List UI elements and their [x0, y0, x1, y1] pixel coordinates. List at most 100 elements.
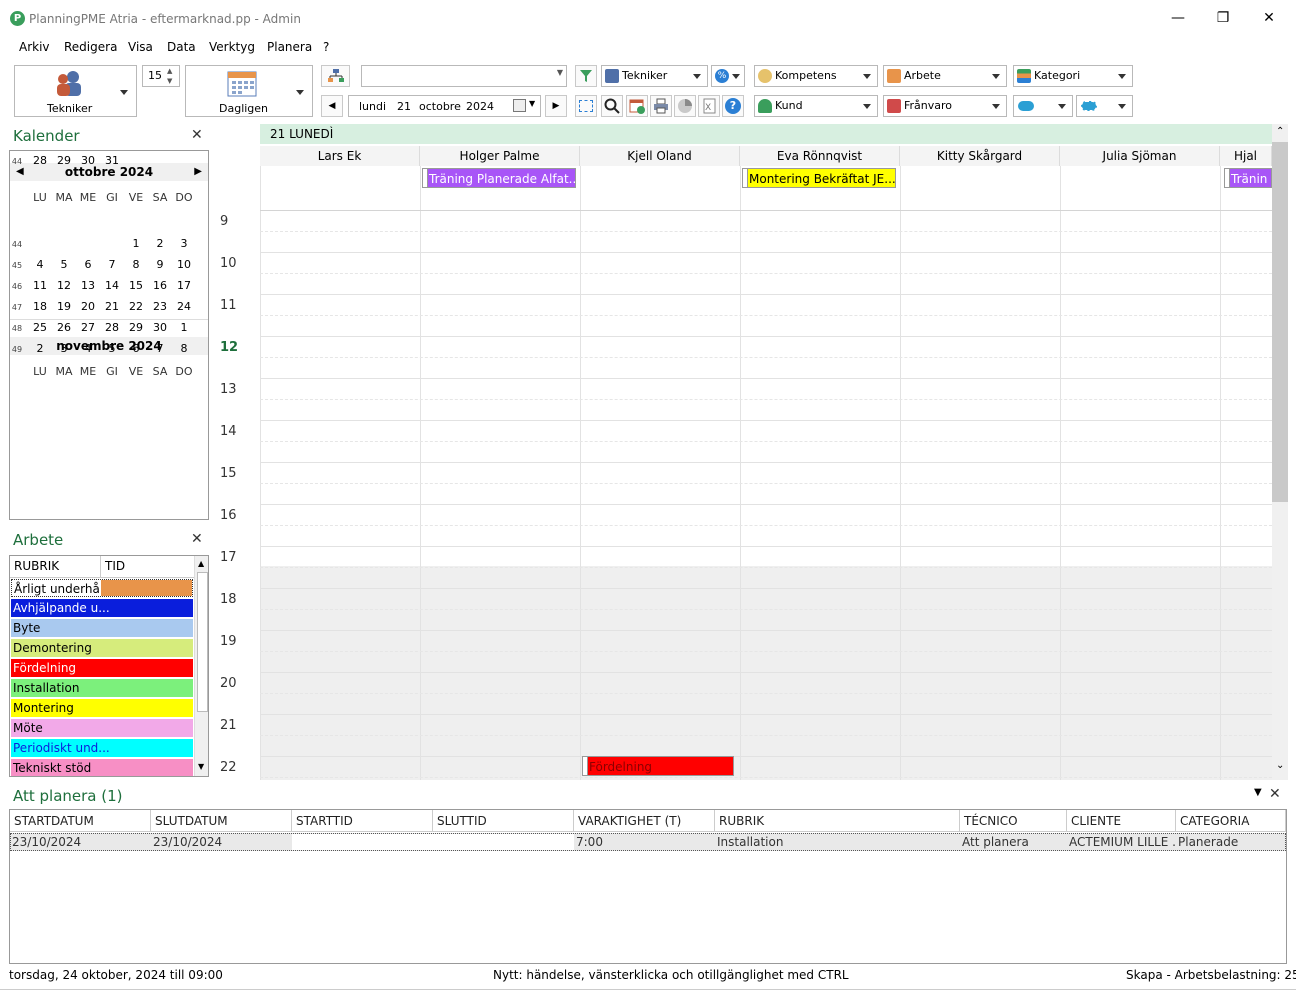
- calendar-day[interactable]: 2: [28, 339, 52, 359]
- arbete-filter-dropdown[interactable]: Arbete: [883, 65, 1007, 87]
- arbete-item[interactable]: Installation: [11, 679, 193, 697]
- search-button[interactable]: [601, 95, 623, 117]
- calendar-day[interactable]: 6: [76, 255, 100, 275]
- kategori-filter-dropdown[interactable]: Kategori: [1013, 65, 1133, 87]
- search-combo[interactable]: ▼: [361, 65, 567, 87]
- resource-header[interactable]: Kitty Skårgard: [900, 146, 1060, 166]
- calendar-day[interactable]: 8: [124, 255, 148, 275]
- arbete-item[interactable]: Tekniskt stöd: [11, 759, 193, 776]
- calendar-day[interactable]: 1: [124, 234, 148, 254]
- calendar-day[interactable]: 13: [76, 276, 100, 296]
- arbete-item[interactable]: Fördelning: [11, 659, 193, 677]
- arbete-item[interactable]: Montering: [11, 699, 193, 717]
- resource-header[interactable]: Julia Sjöman: [1060, 146, 1220, 166]
- table-column-header[interactable]: CLIENTE: [1067, 810, 1176, 832]
- arbete-item[interactable]: Möte: [11, 719, 193, 737]
- close-button[interactable]: ✕: [1257, 9, 1281, 27]
- help-button[interactable]: ?: [722, 95, 744, 117]
- arbete-item[interactable]: Byte: [11, 619, 193, 637]
- calendar-day[interactable]: 26: [52, 318, 76, 338]
- next-date-button[interactable]: ▶: [545, 95, 567, 117]
- spin-stepper[interactable]: 15 ▲ ▼: [142, 65, 180, 87]
- kalender-close-icon[interactable]: ✕: [191, 127, 203, 143]
- schedule-event[interactable]: Montering Bekräftat JE...: [742, 168, 896, 188]
- arbete-scroll-thumb[interactable]: [197, 572, 208, 712]
- schedule-scroll-thumb[interactable]: [1272, 142, 1288, 502]
- calendar-day[interactable]: 19: [52, 297, 76, 317]
- toggle-filter-dropdown-2[interactable]: [1076, 95, 1133, 117]
- table-column-header[interactable]: TÉCNICO: [960, 810, 1067, 832]
- table-column-header[interactable]: STARTTID: [292, 810, 433, 832]
- menu-redigera[interactable]: Redigera: [64, 40, 117, 54]
- calendar-day[interactable]: 29: [52, 151, 76, 171]
- resource-type-button[interactable]: Tekniker: [14, 65, 137, 117]
- calendar-day[interactable]: 30: [76, 151, 100, 171]
- calendar-day[interactable]: 29: [124, 318, 148, 338]
- kompetens-filter-dropdown[interactable]: Kompetens: [754, 65, 878, 87]
- calendar-day[interactable]: 22: [124, 297, 148, 317]
- print-button[interactable]: [650, 95, 672, 117]
- previous-date-button[interactable]: ◀: [321, 95, 343, 117]
- resource-header[interactable]: Kjell Oland: [580, 146, 740, 166]
- add-task-button[interactable]: [626, 95, 648, 117]
- table-column-header[interactable]: CATEGORIA: [1176, 810, 1286, 832]
- franvaro-filter-dropdown[interactable]: Frånvaro: [883, 95, 1007, 117]
- table-column-header[interactable]: SLUTTID: [433, 810, 574, 832]
- calendar-day[interactable]: 4: [28, 255, 52, 275]
- calendar-day[interactable]: 2: [148, 234, 172, 254]
- calendar-day[interactable]: 15: [124, 276, 148, 296]
- calendar-day[interactable]: 1: [172, 318, 196, 338]
- calendar-day[interactable]: 5: [52, 255, 76, 275]
- scroll-down-icon[interactable]: ⌄: [1276, 760, 1284, 771]
- kund-filter-dropdown[interactable]: Kund: [754, 95, 878, 117]
- calendar-day[interactable]: 17: [172, 276, 196, 296]
- calendar-day[interactable]: 12: [52, 276, 76, 296]
- calendar-day[interactable]: 30: [148, 318, 172, 338]
- restore-button[interactable]: ❐: [1211, 9, 1235, 27]
- date-picker[interactable]: lundi 21 octobre 2024 ▼: [348, 95, 541, 117]
- calendar-day[interactable]: 11: [28, 276, 52, 296]
- att-planera-close-icon[interactable]: ✕: [1269, 786, 1281, 802]
- export-excel-button[interactable]: X: [698, 95, 720, 117]
- arbete-close-icon[interactable]: ✕: [191, 531, 203, 547]
- arbete-item[interactable]: Demontering: [11, 639, 193, 657]
- toggle-filter-dropdown-1[interactable]: [1013, 95, 1073, 117]
- menu-data[interactable]: Data: [167, 40, 196, 54]
- calendar-day[interactable]: 28: [100, 318, 124, 338]
- calendar-day[interactable]: 18: [28, 297, 52, 317]
- calendar-day[interactable]: 20: [76, 297, 100, 317]
- calendar-day[interactable]: 3: [172, 234, 196, 254]
- schedule-event[interactable]: Tränin: [1224, 168, 1272, 188]
- menu-visa[interactable]: Visa: [128, 40, 153, 54]
- schedule-grid[interactable]: 21 LUNEDÌ ⌃ ⌄ Lars Ek Holger Palme Kjell O…: [216, 124, 1288, 780]
- tekniker-filter-dropdown[interactable]: Tekniker: [601, 65, 708, 87]
- calendar-day[interactable]: 4: [76, 339, 100, 359]
- calendar-day[interactable]: 5: [100, 339, 124, 359]
- scroll-up-icon[interactable]: ▲: [198, 559, 204, 568]
- table-column-header[interactable]: SLUTDATUM: [151, 810, 292, 832]
- minimize-button[interactable]: —: [1166, 9, 1190, 27]
- att-planera-menu-icon[interactable]: ▼: [1254, 787, 1262, 798]
- calendar-day[interactable]: 28: [28, 151, 52, 171]
- calendar-day[interactable]: 8: [172, 339, 196, 359]
- spin-up-icon[interactable]: ▲: [167, 66, 172, 76]
- arbete-item[interactable]: Årligt underhåll: [11, 579, 193, 597]
- menu-arkiv[interactable]: Arkiv: [19, 40, 50, 54]
- arbete-item[interactable]: Periodiskt und...: [11, 739, 193, 757]
- table-column-header[interactable]: RUBRIK: [715, 810, 960, 832]
- calendar-day[interactable]: 27: [76, 318, 100, 338]
- schedule-event[interactable]: Träning Planerade Alfat...: [422, 168, 576, 188]
- calendar-day[interactable]: 7: [100, 255, 124, 275]
- schedule-scrollbar[interactable]: ⌃ ⌄: [1272, 124, 1288, 780]
- calendar-day[interactable]: 23: [148, 297, 172, 317]
- menu-planera[interactable]: Planera: [267, 40, 312, 54]
- resource-header[interactable]: Holger Palme: [420, 146, 580, 166]
- spin-down-icon[interactable]: ▼: [167, 76, 172, 86]
- arbete-scrollbar[interactable]: ▲ ▼: [194, 556, 208, 776]
- calendar-day[interactable]: 16: [148, 276, 172, 296]
- schedule-event[interactable]: Fördelning: [582, 756, 734, 776]
- calendar-day[interactable]: 3: [52, 339, 76, 359]
- select-area-button[interactable]: [575, 95, 597, 117]
- calendar-day[interactable]: 14: [100, 276, 124, 296]
- table-column-header[interactable]: VARAKTIGHET (T): [574, 810, 715, 832]
